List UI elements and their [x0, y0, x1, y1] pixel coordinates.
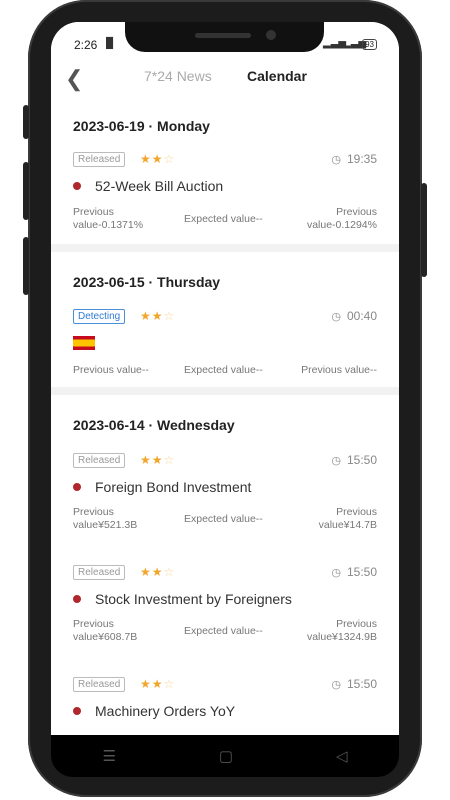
actual-value: Previous value¥1324.9B: [306, 618, 377, 643]
system-navigation-bar: ☰ ▢ ◁: [51, 735, 399, 777]
section-date: 2023-06-15 · Thursday: [73, 274, 221, 290]
event-time: ◷ 15:50: [331, 565, 377, 579]
actual-value: Previous value¥14.7B: [318, 506, 377, 531]
power-button: [421, 183, 427, 277]
screen: 2:26 █ ▂▃▅ ▂▃▅ 93 ❮ 7*24 News Calendar 2…: [51, 22, 399, 738]
previous-value: Previous value-0.1371%: [73, 206, 144, 231]
country-flag-icon: [73, 707, 81, 716]
side-button: [23, 237, 29, 295]
speaker-grille: [195, 33, 251, 38]
status-badge: Detecting: [73, 309, 126, 324]
importance-stars: ★★☆: [140, 152, 176, 166]
status-badge: Released: [73, 565, 126, 580]
battery-icon: 93: [362, 39, 377, 50]
clock-icon: ◷: [331, 679, 341, 691]
event-title[interactable]: Foreign Bond Investment: [73, 479, 251, 495]
event-title[interactable]: 52-Week Bill Auction: [73, 178, 223, 194]
clock-icon: ◷: [331, 154, 341, 166]
volume-up-button: [23, 105, 29, 139]
menu-icon[interactable]: ☰: [102, 747, 115, 765]
clock-icon: ◷: [331, 567, 341, 579]
status-badge: Released: [73, 453, 126, 468]
status-badge: Released: [73, 677, 126, 692]
actual-value: Previous value--: [301, 364, 377, 376]
previous-value: Previous value¥521.3B: [73, 506, 138, 531]
calendar-day-section: 2023-06-15 · Thursday Detecting ★★☆ ◷ 00:…: [51, 252, 399, 387]
status-time: 2:26: [74, 38, 98, 52]
country-flag-icon: [73, 483, 81, 492]
clock-icon: ◷: [331, 311, 341, 323]
clock-icon: ◷: [331, 455, 341, 467]
country-flag-icon: [73, 595, 81, 604]
section-date: 2023-06-14 · Wednesday: [73, 417, 235, 433]
back-nav-icon[interactable]: ◁: [336, 747, 348, 765]
event-time: ◷ 15:50: [331, 453, 377, 467]
event-title[interactable]: Machinery Orders YoY: [73, 703, 235, 719]
event-title[interactable]: Stock Investment by Foreigners: [73, 591, 292, 607]
country-flag-icon: [73, 182, 81, 191]
home-icon[interactable]: ▢: [219, 747, 233, 765]
event-time: ◷ 19:35: [331, 152, 377, 166]
event-time: ◷ 00:40: [331, 309, 377, 323]
calendar-day-section: 2023-06-19 · Monday Released ★★☆ ◷ 19:35 …: [51, 108, 399, 244]
calendar-day-section: 2023-06-14 · Wednesday Released ★★☆ ◷ 15:…: [51, 395, 399, 738]
tab-news[interactable]: 7*24 News: [144, 68, 212, 84]
notification-icon: █: [106, 38, 114, 49]
header: ❮ 7*24 News Calendar: [51, 56, 399, 108]
importance-stars: ★★☆: [140, 565, 176, 579]
status-badge: Released: [73, 152, 126, 167]
camera-notch: [125, 22, 324, 52]
previous-value: Previous value--: [73, 364, 149, 376]
back-icon[interactable]: ❮: [65, 66, 83, 92]
section-date: 2023-06-19 · Monday: [73, 118, 210, 134]
previous-value: Previous value¥608.7B: [73, 618, 138, 643]
tab-calendar[interactable]: Calendar: [247, 68, 307, 84]
importance-stars: ★★☆: [140, 677, 176, 691]
spain-flag-icon: [73, 336, 95, 350]
volume-down-button: [23, 162, 29, 220]
importance-stars: ★★☆: [140, 453, 176, 467]
event-time: ◷ 15:50: [331, 677, 377, 691]
actual-value: Previous value-0.1294%: [306, 206, 377, 231]
camera-icon: [266, 30, 276, 40]
importance-stars: ★★☆: [140, 309, 176, 323]
